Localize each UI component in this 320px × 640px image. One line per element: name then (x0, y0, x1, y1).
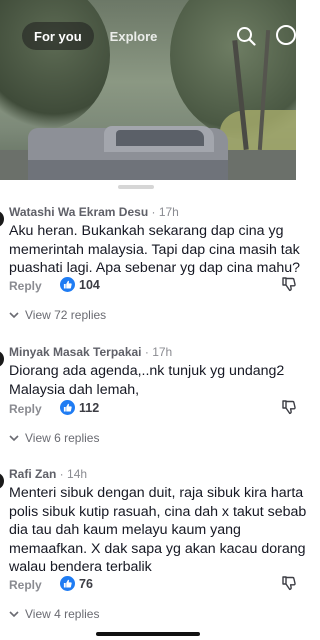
reply-button[interactable]: Reply (9, 402, 42, 416)
chevron-down-icon (9, 312, 19, 319)
comment-line: walau bendera terbalik (9, 559, 152, 575)
view-replies-label: View 4 replies (25, 607, 100, 621)
view-replies-button[interactable]: View 72 replies (9, 308, 106, 322)
search-icon[interactable] (236, 26, 256, 46)
top-tabs: For you Explore (22, 22, 157, 50)
thumbs-down-icon[interactable] (281, 575, 297, 591)
comment-line: puashati lagi. Apa sebenar yg dap cina m… (9, 260, 301, 276)
video-car (28, 160, 228, 182)
avatar[interactable] (0, 351, 4, 367)
comments-sheet: Watashi Wa Ekram Desu · 17h Aku heran. B… (0, 180, 306, 640)
comment-time: 17h (158, 205, 179, 219)
tab-for-you[interactable]: For you (22, 22, 94, 50)
comment-header: Minyak Masak Terpakai · 17h (9, 345, 173, 359)
thumbs-up-icon (60, 576, 75, 591)
comment-header: Rafi Zan · 14h (9, 467, 88, 481)
like-button[interactable]: 112 (60, 400, 99, 415)
comment-line: memaafkan. X dak sapa yg akan kacau dora… (9, 540, 306, 557)
thumbs-down-icon[interactable] (281, 399, 297, 415)
comment-text: Menteri sibuk dengan duit, raja sibuk ki… (9, 484, 309, 577)
chevron-down-icon (9, 611, 19, 618)
reply-button[interactable]: Reply (9, 578, 42, 592)
chevron-down-icon (9, 435, 19, 442)
comment-line: Menteri sibuk dengan duit, raja sibuk ki… (9, 485, 304, 501)
like-button[interactable]: 76 (60, 576, 93, 591)
view-replies-button[interactable]: View 4 replies (9, 607, 99, 621)
comment-line: dia tau dah kaum melayu kaum yang (9, 522, 241, 538)
comment-line: Malaysia dah lemah, (9, 381, 140, 398)
thumbs-up-icon (60, 277, 75, 292)
comment-author[interactable]: Rafi Zan (9, 467, 56, 481)
comment-text: Diorang ada agenda,..nk tunjuk yg undang… (9, 362, 309, 399)
video-background (0, 0, 110, 130)
comment-time: 14h (67, 467, 88, 481)
comment-text: Aku heran. Bukankah sekarang dap cina yg… (9, 222, 309, 278)
avatar[interactable] (0, 473, 4, 489)
thumbs-down-icon[interactable] (281, 276, 297, 292)
sheet-drag-handle[interactable] (118, 185, 154, 189)
like-button[interactable]: 104 (60, 277, 100, 292)
reply-button[interactable]: Reply (9, 279, 42, 293)
view-replies-button[interactable]: View 6 replies (9, 431, 99, 445)
comment-header: Watashi Wa Ekram Desu · 17h (9, 205, 179, 219)
view-replies-label: View 6 replies (25, 431, 100, 445)
comment-line: polis sibuk kutip rasuah, cina dah x tak… (9, 503, 307, 520)
comment-line: Diorang ada agenda,..nk tunjuk yg undang… (9, 363, 285, 379)
comment-author[interactable]: Minyak Masak Terpakai (9, 345, 142, 359)
comment-line: memerintah malaysia. Tapi dap cina masih… (9, 241, 300, 258)
home-indicator (96, 632, 200, 636)
view-replies-label: View 72 replies (25, 308, 107, 322)
like-count: 104 (79, 277, 100, 292)
thumbs-up-icon (60, 400, 75, 415)
avatar[interactable] (0, 211, 4, 227)
comment-line: Aku heran. Bukankah sekarang dap cina yg (9, 223, 284, 239)
more-icon[interactable] (276, 24, 296, 46)
like-count: 76 (79, 576, 93, 591)
like-count: 112 (79, 400, 100, 415)
video-player[interactable]: For you Explore (0, 0, 296, 182)
video-car (116, 130, 204, 146)
comment-time: 17h (152, 345, 173, 359)
comment-author[interactable]: Watashi Wa Ekram Desu (9, 205, 148, 219)
tab-explore[interactable]: Explore (110, 29, 158, 44)
